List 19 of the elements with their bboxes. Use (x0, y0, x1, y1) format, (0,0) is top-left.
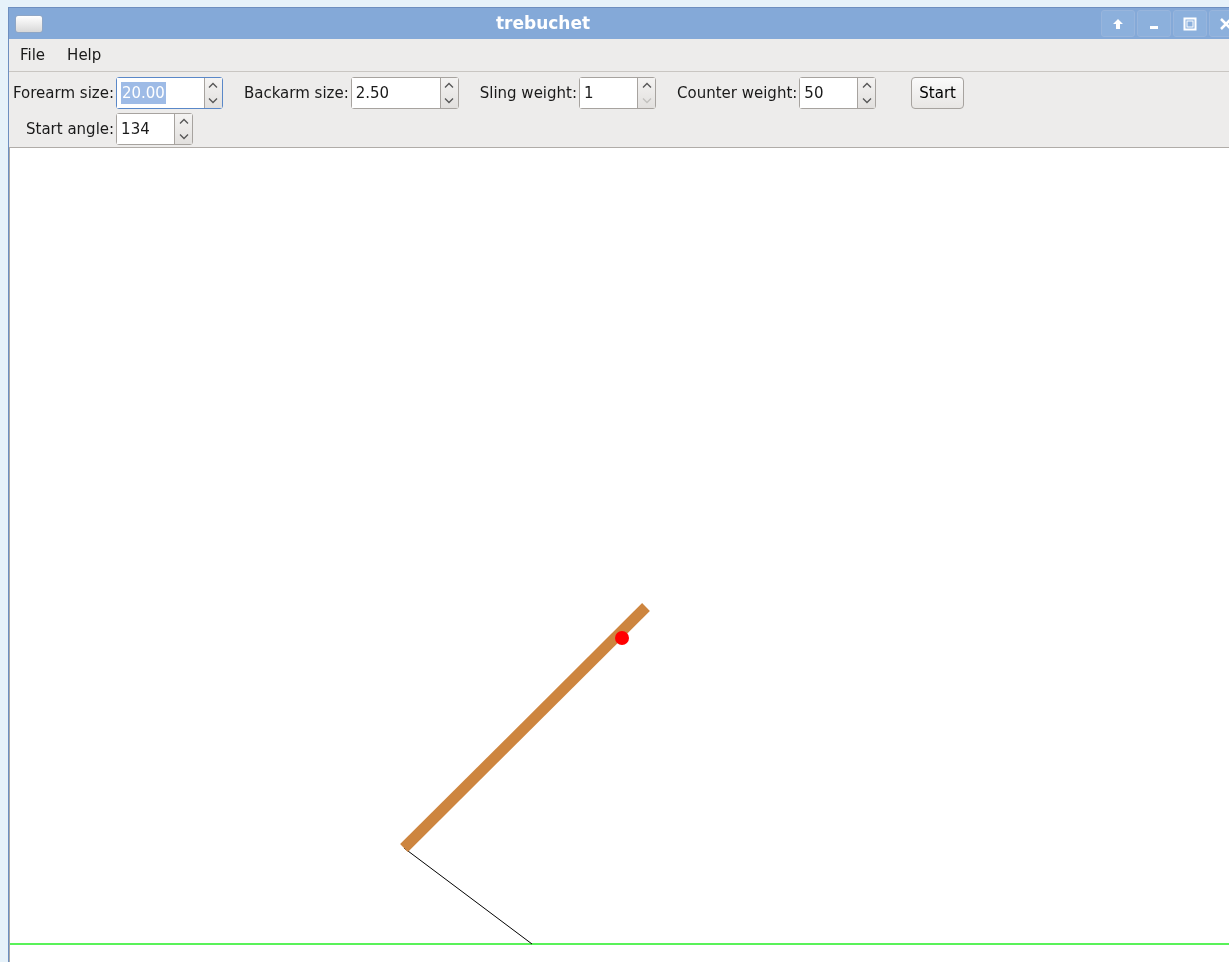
field-label: Sling weight: (479, 82, 577, 104)
field-label: Forearm size: (13, 82, 114, 104)
minimize-icon (1150, 26, 1158, 29)
menu-item[interactable]: File (20, 43, 46, 67)
close-icon (1219, 16, 1229, 31)
spin-box[interactable]: 134 (116, 113, 194, 145)
up-arrow-icon (1112, 17, 1124, 30)
spin-box[interactable]: 2.50 (350, 77, 459, 109)
field-label: Start angle: (26, 118, 115, 140)
window-title: trebuchet (494, 11, 592, 35)
spin-box[interactable]: 50 (799, 77, 877, 109)
menu-item[interactable]: Help (67, 43, 102, 67)
start-button[interactable]: Start (911, 77, 964, 109)
spin-box[interactable]: 1 (579, 77, 656, 109)
window-icon (15, 14, 43, 33)
field-label: Backarm size: (243, 82, 349, 104)
projectile-ball (615, 631, 629, 645)
maximize-icon (1183, 16, 1197, 31)
field-label: Counter weight: (677, 82, 798, 104)
